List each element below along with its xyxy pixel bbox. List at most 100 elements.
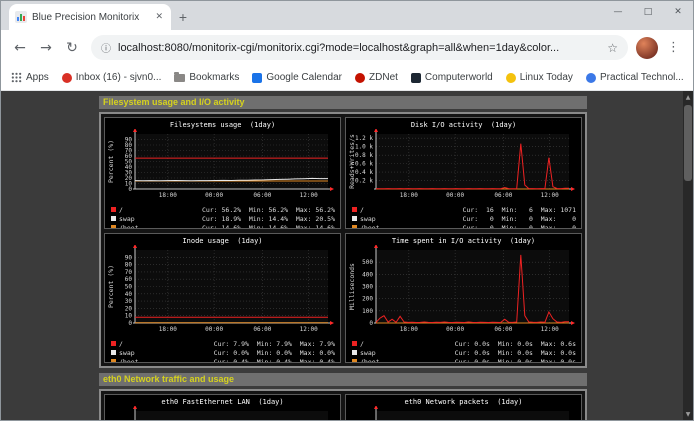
y-tick-label: 0.8 k xyxy=(355,152,373,159)
y-axis-label: Reads+Writes/s xyxy=(348,134,356,189)
graph-disk-io-activity[interactable]: Disk I/O activity (1day)0.2 k0.4 k0.6 k0… xyxy=(345,117,582,229)
y-tick-label: 1.0 k xyxy=(355,144,373,151)
new-tab-button[interactable]: + xyxy=(171,5,195,29)
legend-row: swapCur: 0.0% Min: 0.0% Max: 0.0% xyxy=(111,348,335,357)
legend-row: /bootCur: 0 Min: 0 Max: 0 xyxy=(352,223,576,229)
tab-close-icon[interactable]: ✕ xyxy=(153,12,165,22)
y-tick-label: 90 xyxy=(125,137,133,144)
legend-stats: Cur: 0.0s Min: 0.0s Max: 0.6s xyxy=(455,340,576,348)
graph-eth0-traffic[interactable]: eth0 FastEthernet LAN (1day)1.0 xyxy=(104,394,341,420)
bookmark-inbox[interactable]: Inbox (16) - sjvn0... xyxy=(62,72,162,83)
bookmark-label: Practical Technol... xyxy=(600,72,684,83)
y-tick-label: 0.6 k xyxy=(355,161,373,168)
legend-name: /boot xyxy=(119,224,153,230)
graph-plot: 010203040506070809018:0000:0006:0012:00P… xyxy=(105,129,340,199)
legend-swatch xyxy=(111,207,116,212)
bookmark-bookmarks-folder[interactable]: Bookmarks xyxy=(174,72,239,83)
graph-time-spent-io[interactable]: Time spent in I/O activity (1day)0100200… xyxy=(345,233,582,363)
legend-stats: Cur: 56.2% Min: 56.2% Max: 56.2% xyxy=(202,206,335,214)
x-tick-label: 00:00 xyxy=(446,326,464,333)
practical-technology-favicon xyxy=(586,73,596,83)
reload-icon[interactable]: ↻ xyxy=(61,40,83,56)
maximize-button[interactable]: □ xyxy=(633,1,663,23)
y-tick-label: 100 xyxy=(362,308,373,315)
legend-row: /bootCur: 0.0s Min: 0.0s Max: 0.0s xyxy=(352,357,576,363)
y-axis-arrow-icon xyxy=(133,245,137,248)
y-tick-label: 10 xyxy=(125,313,133,320)
graph-inode-usage[interactable]: Inode usage (1day)010203040506070809018:… xyxy=(104,233,341,363)
legend-row: /bootCur: 0.4% Min: 0.4% Max: 0.4% xyxy=(111,357,335,363)
legend-swatch xyxy=(352,341,357,346)
section-header-network: eth0 Network traffic and usage xyxy=(99,373,587,386)
x-tick-label: 12:00 xyxy=(541,326,559,333)
legend-swatch xyxy=(352,350,357,355)
y-tick-label: 400 xyxy=(362,271,373,278)
legend-stats: Cur: 18.9% Min: 14.4% Max: 20.5% xyxy=(202,215,335,223)
apps-label: Apps xyxy=(26,72,49,83)
graph-title: eth0 Network packets (1day) xyxy=(346,395,581,406)
bookmark-practical-technology[interactable]: Practical Technol... xyxy=(586,72,684,83)
legend-stats: Cur: 0 Min: 0 Max: 0 xyxy=(463,224,577,230)
y-tick-label: 60 xyxy=(125,276,133,283)
window-close-button[interactable]: ✕ xyxy=(663,1,693,23)
legend-row: /boot Cur: 14.6% Min: 14.6% Max: 14.6% xyxy=(111,223,335,229)
forward-icon[interactable]: → xyxy=(35,40,57,56)
y-tick-label: 90 xyxy=(125,254,133,261)
scrollbar-thumb[interactable] xyxy=(684,105,692,181)
x-tick-label: 06:00 xyxy=(494,192,512,199)
x-tick-label: 12:00 xyxy=(300,192,318,199)
browser-window: Blue Precision Monitorix ✕ + — □ ✕ ← → ↻… xyxy=(0,0,694,421)
bookmark-label: Inbox (16) - sjvn0... xyxy=(76,72,162,83)
scroll-down-icon[interactable]: ▼ xyxy=(683,408,693,420)
bookmark-linux-today[interactable]: Linux Today xyxy=(506,72,573,83)
bookmark-zdnet[interactable]: ZDNet xyxy=(355,72,398,83)
x-tick-label: 06:00 xyxy=(253,326,271,333)
back-icon[interactable]: ← xyxy=(9,40,31,56)
profile-avatar[interactable] xyxy=(636,37,658,59)
bookmark-computerworld[interactable]: Computerworld xyxy=(411,72,493,83)
page-viewport: Filesystem usage and I/O activity Filesy… xyxy=(1,91,693,420)
bookmark-label: ZDNet xyxy=(369,72,398,83)
legend-row: /Cur: 7.9% Min: 7.9% Max: 7.9% xyxy=(111,339,335,348)
legend-name: / xyxy=(119,340,153,348)
legend-stats: Cur: 14.6% Min: 14.6% Max: 14.6% xyxy=(202,224,335,230)
browser-toolbar: ← → ↻ ⓘ localhost:8080/monitorix-cgi/mon… xyxy=(1,30,693,65)
scroll-up-icon[interactable]: ▲ xyxy=(683,91,693,103)
x-axis-arrow-icon xyxy=(571,187,575,191)
network-graph-grid: eth0 FastEthernet LAN (1day)1.0 eth0 Net… xyxy=(99,389,587,420)
legend-stats: Cur: 16 Min: 6 Max: 1071 xyxy=(463,206,577,214)
minimize-button[interactable]: — xyxy=(603,1,633,23)
calendar-favicon xyxy=(252,73,262,83)
bookmark-google-calendar[interactable]: Google Calendar xyxy=(252,72,342,83)
legend-name: / xyxy=(119,206,153,214)
page-scrollbar[interactable]: ▲ ▼ xyxy=(683,91,693,420)
y-tick-label: 500 xyxy=(362,259,373,266)
bookmark-label: Google Calendar xyxy=(266,72,342,83)
bookmarks-bar: Apps Inbox (16) - sjvn0... Bookmarks Goo… xyxy=(1,65,693,91)
x-tick-label: 00:00 xyxy=(446,192,464,199)
browser-tab[interactable]: Blue Precision Monitorix ✕ xyxy=(9,4,171,30)
y-axis-arrow-icon xyxy=(374,245,378,248)
graph-plot: 1.0 xyxy=(346,406,581,420)
x-tick-label: 00:00 xyxy=(205,326,223,333)
page-info-icon[interactable]: ⓘ xyxy=(101,40,111,55)
y-axis-arrow-icon xyxy=(374,406,378,409)
graph-title: eth0 FastEthernet LAN (1day) xyxy=(105,395,340,406)
x-tick-label: 06:00 xyxy=(494,326,512,333)
x-tick-label: 18:00 xyxy=(400,326,418,333)
graph-plot: 010203040506070809018:0000:0006:0012:00P… xyxy=(105,245,340,333)
graph-plot: 010020030040050018:0000:0006:0012:00Mill… xyxy=(346,245,581,333)
legend-name: swap xyxy=(119,349,153,357)
legend-row: swapCur: 18.9% Min: 14.4% Max: 20.5% xyxy=(111,214,335,223)
url-text[interactable]: localhost:8080/monitorix-cgi/monitorix.c… xyxy=(118,42,600,54)
apps-shortcut[interactable]: Apps xyxy=(11,72,49,83)
legend-name: swap xyxy=(360,215,394,223)
chrome-menu-icon[interactable]: ⋮ xyxy=(662,40,685,55)
graph-filesystems-usage[interactable]: Filesystems usage (1day)0102030405060708… xyxy=(104,117,341,229)
address-bar[interactable]: ⓘ localhost:8080/monitorix-cgi/monitorix… xyxy=(91,35,628,60)
graph-eth0-packets[interactable]: eth0 Network packets (1day)1.0 xyxy=(345,394,582,420)
legend-swatch xyxy=(352,207,357,212)
bookmark-star-icon[interactable]: ☆ xyxy=(607,41,618,55)
graph-title: Disk I/O activity (1day) xyxy=(346,118,581,129)
legend-swatch xyxy=(111,350,116,355)
